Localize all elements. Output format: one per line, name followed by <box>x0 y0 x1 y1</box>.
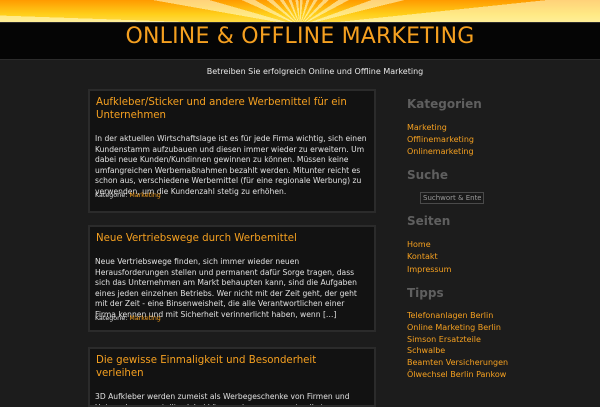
post-category: Kategorie: Marketing <box>95 192 161 199</box>
category-label: Kategorie: <box>95 192 128 199</box>
post-title[interactable]: Aufkleber/Sticker und andere Werbemittel… <box>96 96 367 122</box>
tip-link-oelwechsel[interactable]: Ölwechsel Berlin Pankow <box>407 369 506 380</box>
tip-link-schwalbe[interactable]: Schwalbe <box>407 345 445 356</box>
page-link-impressum[interactable]: Impressum <box>407 264 451 275</box>
category-item-onlinemarketing[interactable]: Onlinemarketing <box>407 146 474 157</box>
tip-link-simson[interactable]: Simson Ersatzteile <box>407 334 481 345</box>
post-card: Neue Vertriebswege durch Werbemittel Neu… <box>88 225 376 332</box>
tip-link-beamten[interactable]: Beamten Versicherungen <box>407 357 508 368</box>
post-title[interactable]: Die gewisse Einmaligkeit und Besonderhei… <box>96 354 367 380</box>
site-title[interactable]: ONLINE & OFFLINE MARKETING <box>0 24 600 49</box>
search-input[interactable] <box>420 192 484 204</box>
category-label: Kategorie: <box>95 315 128 322</box>
tip-link-online-marketing[interactable]: Online Marketing Berlin <box>407 322 501 333</box>
site-tagline: Betreiben Sie erfolgreich Online und Off… <box>206 67 424 76</box>
pages-heading: Seiten <box>407 214 451 228</box>
page-link-home[interactable]: Home <box>407 239 431 250</box>
category-link[interactable]: Marketing <box>129 315 160 322</box>
post-card: Aufkleber/Sticker und andere Werbemittel… <box>88 89 376 213</box>
post-excerpt: Neue Vertriebswege finden, sich immer wi… <box>95 257 357 319</box>
post-category: Kategorie: Marketing <box>95 315 161 322</box>
tips-heading: Tipps <box>407 286 444 300</box>
page-link-kontakt[interactable]: Kontakt <box>407 251 438 262</box>
post-card: Die gewisse Einmaligkeit und Besonderhei… <box>88 347 376 407</box>
category-item-marketing[interactable]: Marketing <box>407 122 447 133</box>
post-excerpt: In der aktuellen Wirtschaftslage ist es … <box>95 134 367 196</box>
categories-heading: Kategorien <box>407 97 482 111</box>
category-link[interactable]: Marketing <box>129 192 160 199</box>
category-item-offlinemarketing[interactable]: Offlinemarketing <box>407 134 474 145</box>
tip-link-telefonanlagen[interactable]: Telefonanlagen Berlin <box>407 310 493 321</box>
post-title[interactable]: Neue Vertriebswege durch Werbemittel <box>96 232 367 245</box>
search-heading: Suche <box>407 168 448 182</box>
